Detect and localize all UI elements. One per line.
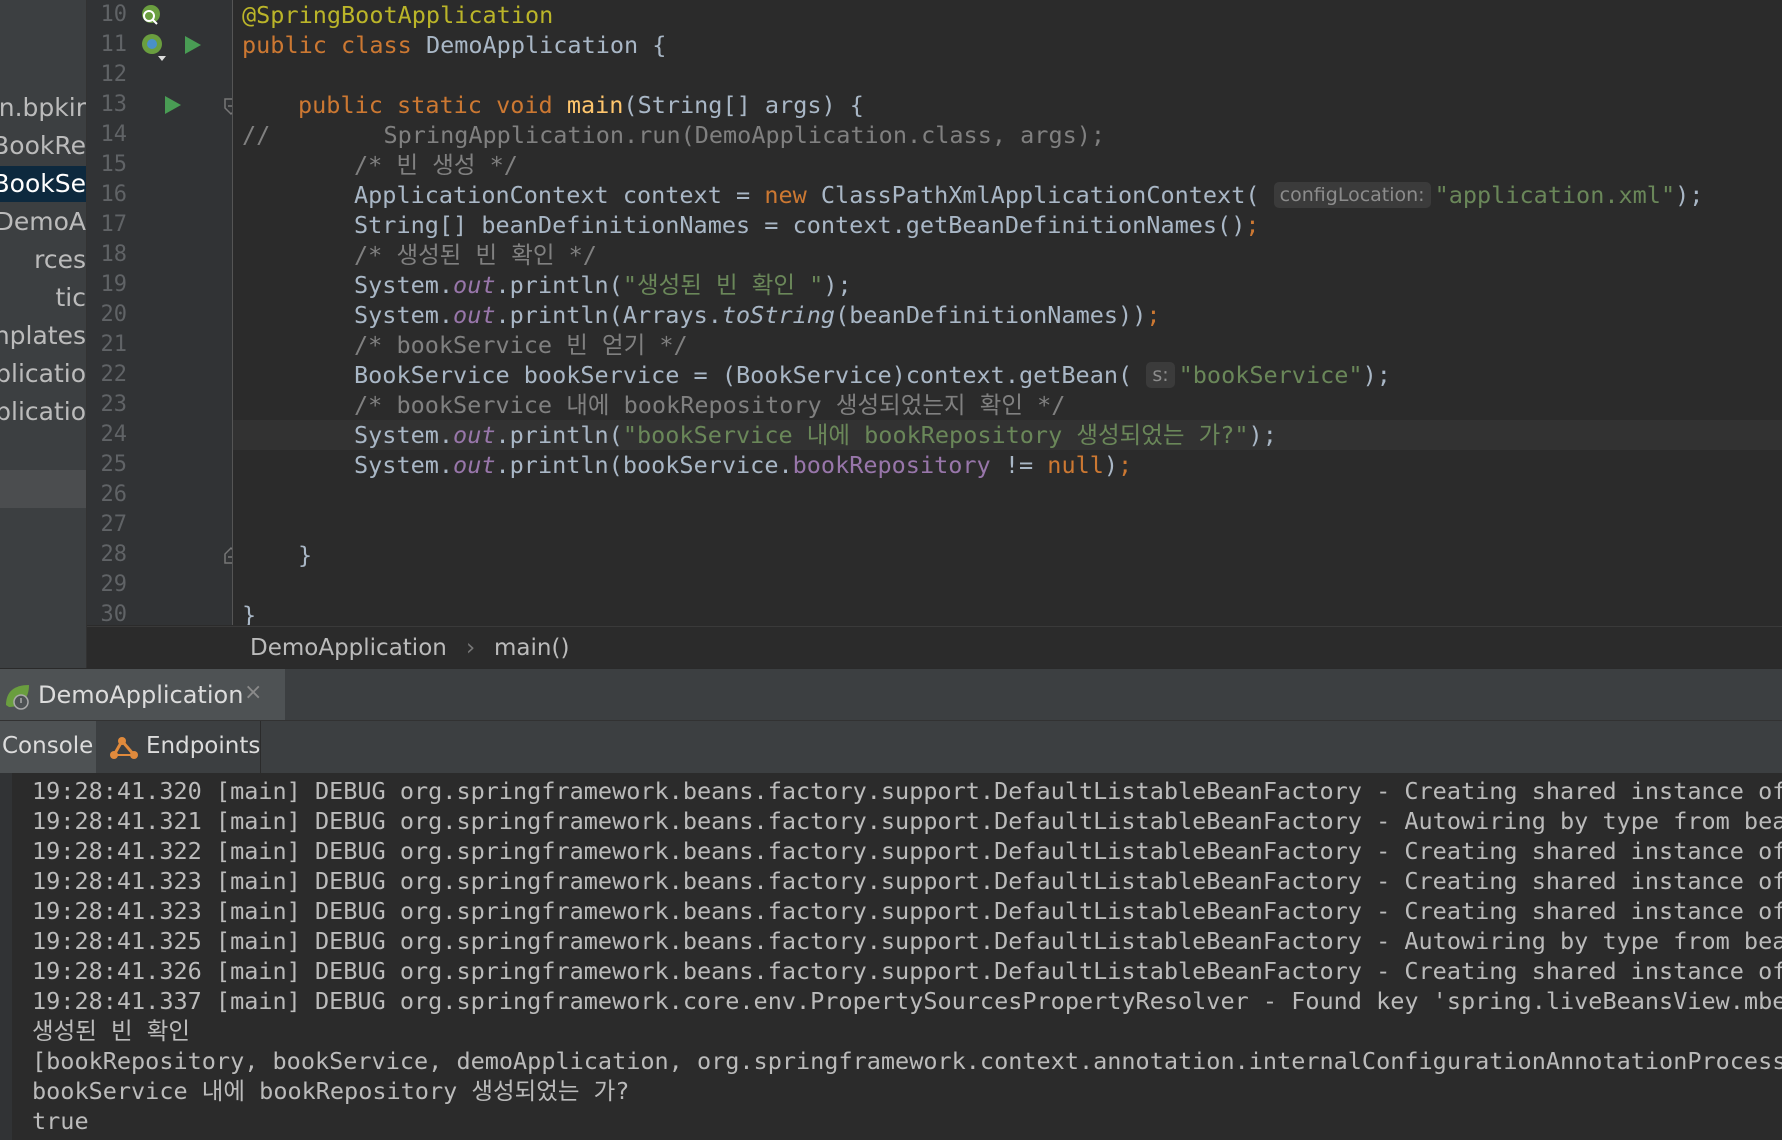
project-item-selected[interactable]: BookSe: [0, 166, 86, 202]
line-number: 16: [100, 182, 128, 207]
spring-run-icon[interactable]: [139, 32, 169, 62]
line-number: 23: [100, 392, 128, 417]
code-line-25: System.out.println(bookService.bookRepos…: [354, 451, 1133, 479]
console-line: 19:28:41.320 [main] DEBUG org.springfram…: [32, 777, 1782, 805]
project-item[interactable]: DemoA: [0, 204, 86, 240]
run-arrow-icon[interactable]: [163, 94, 183, 116]
fold-icon[interactable]: [223, 546, 233, 564]
line-number: 22: [100, 362, 128, 387]
line-number: 13: [100, 92, 128, 117]
project-panel: n.bpkir BookRe BookSe DemoA rces tic npl…: [0, 0, 87, 668]
console-line: 19:28:41.337 [main] DEBUG org.springfram…: [32, 987, 1782, 1015]
code-line-14: // SpringApplication.run(DemoApplication…: [242, 121, 1106, 149]
project-item[interactable]: rces: [0, 242, 86, 278]
project-item[interactable]: n.bpkir: [0, 90, 86, 126]
console-line: bookService 내에 bookRepository 생성되었는 가?: [32, 1077, 630, 1105]
breadcrumb-class[interactable]: DemoApplication: [250, 635, 447, 661]
console-line: 19:28:41.323 [main] DEBUG org.springfram…: [32, 867, 1782, 895]
code-editor[interactable]: @SpringBootApplication public class Demo…: [233, 0, 1782, 625]
line-number: 20: [100, 302, 128, 327]
console-tabs: Console Endpoints: [0, 720, 1782, 774]
line-number: 15: [100, 152, 128, 177]
line-number: 24: [100, 422, 128, 447]
console-line: 19:28:41.326 [main] DEBUG org.springfram…: [32, 957, 1782, 985]
project-item[interactable]: plicatio: [0, 394, 86, 430]
console-line: 19:28:41.323 [main] DEBUG org.springfram…: [32, 897, 1782, 925]
line-number: 14: [100, 122, 128, 147]
line-number: 28: [100, 542, 128, 567]
close-icon[interactable]: ×: [244, 680, 262, 705]
console-line: 19:28:41.322 [main] DEBUG org.springfram…: [32, 837, 1782, 865]
console-line: 19:28:41.325 [main] DEBUG org.springfram…: [32, 927, 1782, 955]
line-number: 10: [100, 2, 128, 27]
console-line: 19:28:41.321 [main] DEBUG org.springfram…: [32, 807, 1782, 835]
param-hint: configLocation:: [1273, 182, 1431, 208]
breadcrumb-separator: ›: [466, 635, 476, 661]
line-number: 30: [100, 602, 128, 625]
line-number: 25: [100, 452, 128, 477]
code-line-11: public class DemoApplication {: [242, 31, 667, 59]
code-line-15: /* 빈 생성 */: [354, 151, 518, 179]
code-line-18: /* 생성된 빈 확인 */: [354, 241, 597, 269]
code-line-30: }: [242, 601, 257, 625]
line-number: 11: [100, 32, 128, 57]
line-number: 12: [100, 62, 128, 87]
project-item[interactable]: nplates: [0, 318, 86, 354]
console-line: [bookRepository, bookService, demoApplic…: [32, 1047, 1782, 1075]
line-number: 18: [100, 242, 128, 267]
line-number: 21: [100, 332, 128, 357]
run-tab-label: DemoApplication: [38, 681, 244, 709]
breadcrumb-method[interactable]: main(): [494, 635, 569, 661]
code-line-22: BookService bookService = (BookService)c…: [354, 361, 1391, 389]
console-line: 생성된 빈 확인: [32, 1017, 191, 1045]
endpoints-icon: [110, 737, 138, 759]
tab-console[interactable]: Console: [0, 721, 96, 773]
line-number: 26: [100, 482, 128, 507]
spring-bean-icon[interactable]: [139, 3, 165, 27]
line-number: 29: [100, 572, 128, 597]
line-number: 19: [100, 272, 128, 297]
line-number: 27: [100, 512, 128, 537]
project-item[interactable]: BookRe: [0, 128, 86, 164]
code-line-23: /* bookService 내에 bookRepository 생성되었는지 …: [354, 391, 1066, 419]
console-line: true: [32, 1107, 89, 1135]
code-line-24: System.out.println("bookService 내에 bookR…: [354, 421, 1277, 449]
code-line-10: @SpringBootApplication: [242, 1, 554, 29]
project-item[interactable]: plicatio: [0, 356, 86, 392]
console-output[interactable]: 19:28:41.320 [main] DEBUG org.springfram…: [0, 773, 1782, 1140]
run-arrow-icon[interactable]: [183, 34, 203, 56]
console-gutter: [0, 773, 12, 1140]
editor-gutter: 10 11 12 13 14 15 16 17 18 19 20 21 22 2…: [87, 0, 233, 625]
code-line-17: String[] beanDefinitionNames = context.g…: [354, 211, 1260, 239]
run-tool-window-bar: DemoApplication ×: [0, 668, 1782, 721]
run-tab-demoapplication[interactable]: DemoApplication ×: [0, 669, 285, 721]
tab-endpoints[interactable]: Endpoints: [98, 721, 261, 773]
line-number: 17: [100, 212, 128, 237]
code-line-19: System.out.println("생성된 빈 확인 ");: [354, 271, 852, 299]
code-line-13: public static void main(String[] args) {: [298, 91, 864, 119]
fold-icon[interactable]: [223, 98, 233, 116]
code-line-20: System.out.println(Arrays.toString(beanD…: [354, 301, 1161, 329]
project-row-highlight: [0, 470, 86, 508]
code-line-21: /* bookService 빈 얻기 */: [354, 331, 688, 359]
code-line-16: ApplicationContext context = new ClassPa…: [354, 181, 1704, 209]
code-line-28: }: [298, 541, 313, 569]
project-item[interactable]: tic: [0, 280, 87, 316]
spring-boot-icon: [6, 685, 29, 710]
breadcrumb: DemoApplication › main(): [87, 626, 1782, 669]
param-hint: s:: [1146, 362, 1175, 388]
